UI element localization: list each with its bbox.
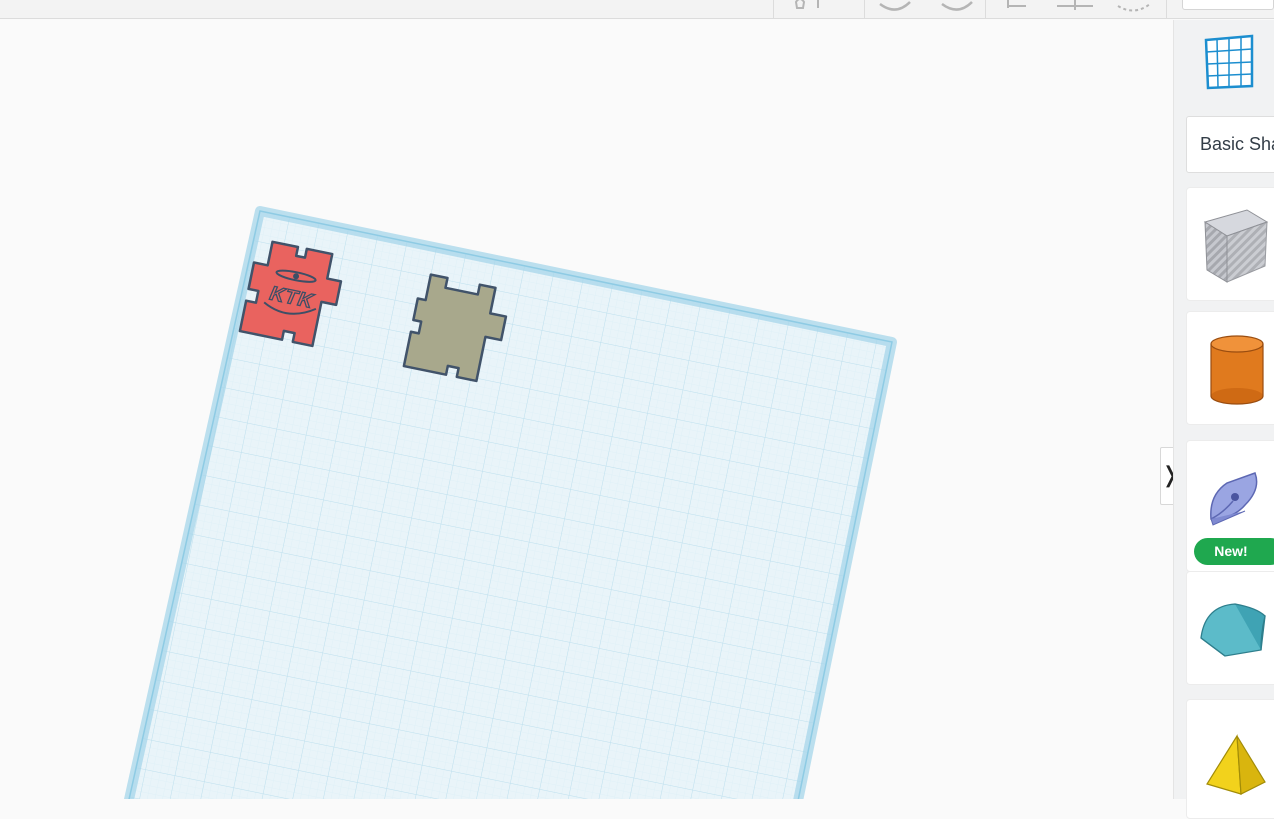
workplane-grid bbox=[124, 206, 897, 799]
workplane-canvas[interactable]: KTK bbox=[0, 20, 1173, 799]
shape-category-dropdown[interactable]: Basic Shapes bbox=[1186, 116, 1274, 173]
toolbar-divider bbox=[864, 0, 865, 18]
toolbar-divider bbox=[1166, 0, 1167, 18]
align-icon[interactable] bbox=[1000, 0, 1030, 18]
top-toolbar bbox=[0, 0, 1274, 19]
toolbar-divider bbox=[773, 0, 774, 18]
group-icon[interactable] bbox=[878, 0, 918, 18]
roof-icon bbox=[1200, 603, 1266, 657]
shape-box-card[interactable] bbox=[1186, 187, 1274, 301]
new-badge: New! bbox=[1194, 538, 1274, 565]
ungroup-icon[interactable] bbox=[938, 0, 978, 18]
workplane-grid-icon[interactable] bbox=[1202, 34, 1256, 92]
toolbar-divider bbox=[985, 0, 986, 18]
cruise-icon[interactable] bbox=[1114, 0, 1154, 18]
toolbar-input-stub[interactable] bbox=[1182, 0, 1274, 10]
shape-roof-card[interactable] bbox=[1186, 571, 1274, 685]
light-bulb-icon[interactable] bbox=[790, 0, 830, 18]
shapes-sidebar: Basic Shapes bbox=[1173, 20, 1274, 819]
pyramid-icon bbox=[1206, 734, 1266, 795]
mirror-icon[interactable] bbox=[1055, 0, 1095, 18]
shape-pyramid-card[interactable] bbox=[1186, 699, 1274, 819]
cylinder-icon bbox=[1210, 335, 1264, 405]
shape-cylinder-card[interactable] bbox=[1186, 311, 1274, 425]
box-icon bbox=[1203, 209, 1269, 283]
scribble-pen-icon bbox=[1210, 472, 1258, 526]
